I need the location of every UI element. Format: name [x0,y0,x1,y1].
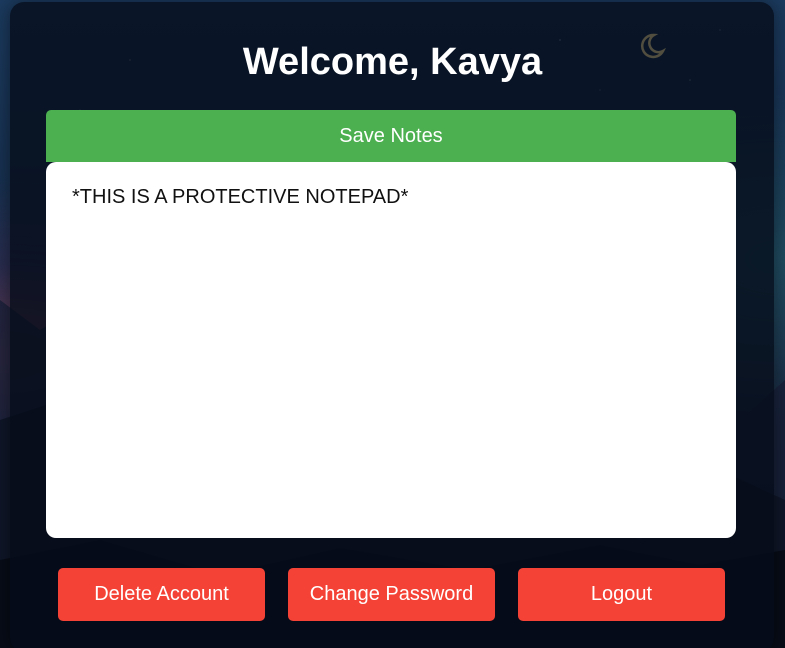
page-title: Welcome, Kavya [242,41,543,83]
delete-account-button[interactable]: Delete Account [58,568,265,621]
change-password-button[interactable]: Change Password [288,568,495,621]
notes-textarea[interactable]: *THIS IS A PROTECTIVE NOTEPAD* [46,162,736,538]
moon-icon [640,33,666,59]
logout-button[interactable]: Logout [518,568,725,621]
save-notes-button[interactable]: Save Notes [46,110,736,162]
